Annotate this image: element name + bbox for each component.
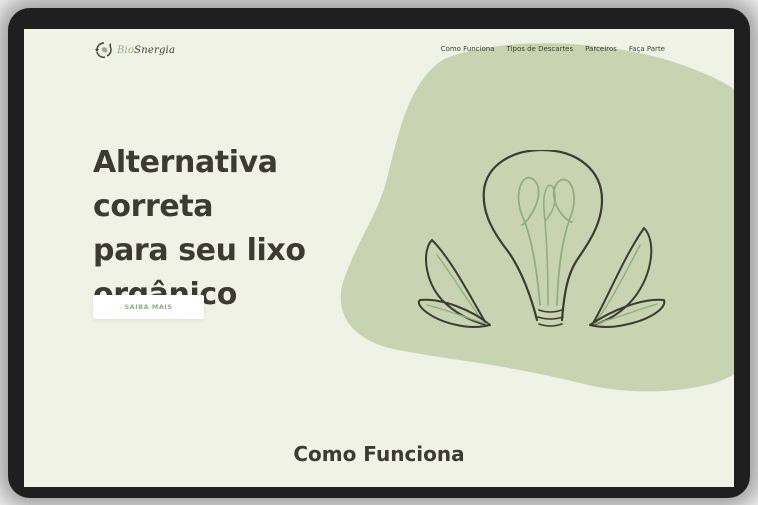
brand-name: BioSnergia xyxy=(117,44,176,56)
hero-title-line: para seu lixo xyxy=(93,233,306,268)
brand-logo[interactable]: BioSnergia xyxy=(93,40,175,60)
section-title-como-funciona: Como Funciona xyxy=(293,442,465,466)
hero-title: Alternativa correta para seu lixo orgâni… xyxy=(93,141,393,317)
nav-link-parceiros[interactable]: Parceiros xyxy=(585,45,617,53)
nav-link-tipos-de-descartes[interactable]: Tipos de Descartes xyxy=(507,45,574,53)
lightbulb-with-leaves-icon xyxy=(417,150,666,328)
nav-link-faca-parte[interactable]: Faça Parte xyxy=(629,45,665,53)
hero-title-line: Alternativa correta xyxy=(93,145,278,224)
browser-viewport: BioSnergia Como Funciona Tipos de Descar… xyxy=(24,29,734,487)
main-nav: Como Funciona Tipos de Descartes Parceir… xyxy=(441,45,665,53)
saiba-mais-button[interactable]: SAIBA MAIS xyxy=(93,295,204,319)
nav-link-como-funciona[interactable]: Como Funciona xyxy=(441,45,495,53)
recycle-leaf-icon xyxy=(95,42,112,58)
